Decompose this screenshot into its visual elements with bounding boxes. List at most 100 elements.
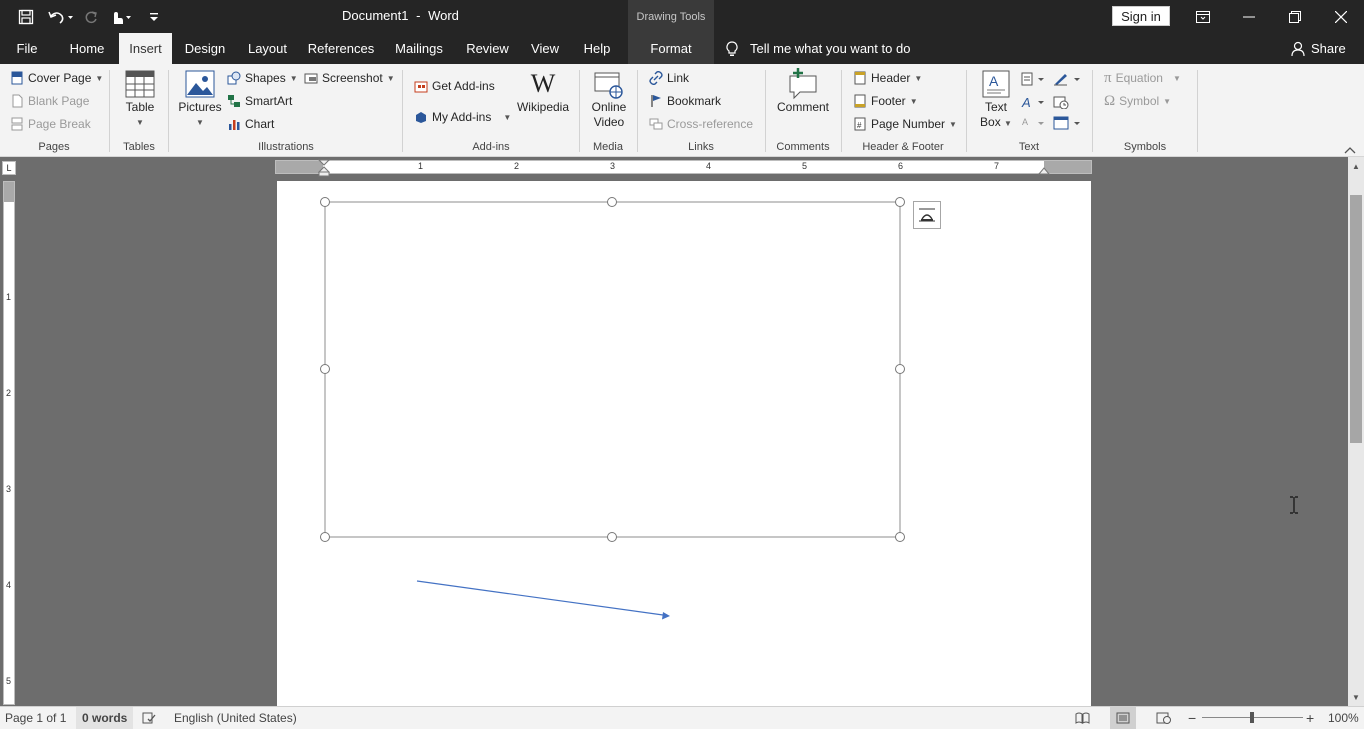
object-icon[interactable] [1053,116,1081,133]
page-number-button[interactable]: # Page Number ▼ [853,114,957,134]
resize-handle[interactable] [895,532,905,542]
page-break-button[interactable]: Page Break [10,114,91,134]
redo-icon[interactable] [83,7,99,27]
link-button[interactable]: Link [649,68,689,88]
resize-handle[interactable] [607,532,617,542]
chart-icon [229,120,240,130]
scroll-thumb[interactable] [1350,195,1362,443]
zoom-slider-thumb[interactable] [1250,712,1254,723]
header-button[interactable]: Header ▼ [853,68,922,88]
tab-file[interactable]: File [8,33,46,64]
tab-design[interactable]: Design [178,33,232,64]
header-label: Header [871,71,911,85]
cross-reference-button[interactable]: Cross-reference [649,114,753,134]
scroll-down-icon[interactable]: ▼ [1348,690,1364,704]
group-separator [1197,70,1198,152]
wordart-icon[interactable]: A [1021,95,1045,112]
text-box-button[interactable]: A Text Box ▼ [976,68,1016,131]
minimize-icon[interactable] [1226,0,1272,33]
group-label-media: Media [593,141,623,153]
collapse-ribbon-icon[interactable] [1344,143,1356,157]
chart-button[interactable]: Chart [227,114,274,134]
table-button[interactable]: Table ▼ [120,68,160,130]
vertical-ruler[interactable]: 1 2 3 4 5 [3,181,15,705]
customize-qat-icon[interactable] [148,7,160,27]
person-icon [1291,41,1305,56]
signature-line-icon[interactable] [1053,72,1081,89]
sign-in-button[interactable]: Sign in [1112,6,1170,26]
tab-layout[interactable]: Layout [240,33,295,64]
my-addins-button[interactable]: My Add-ins ▼ [414,107,511,127]
cover-page-button[interactable]: Cover Page ▼ [10,68,103,88]
print-layout-icon[interactable] [1110,707,1136,729]
footer-button[interactable]: Footer ▼ [853,91,918,111]
tab-review[interactable]: Review [460,33,515,64]
horizontal-ruler[interactable]: 1 2 3 4 5 6 7 [275,159,1092,177]
read-mode-icon[interactable] [1075,707,1090,729]
group-separator [1092,70,1093,152]
blank-page-button[interactable]: Blank Page [10,91,89,111]
scroll-up-icon[interactable]: ▲ [1348,159,1364,173]
share-button[interactable]: Share [1291,33,1346,64]
save-icon[interactable] [16,7,36,27]
tell-me-box[interactable]: Tell me what you want to do [726,33,910,64]
screenshot-icon [304,73,318,84]
online-video-button[interactable]: Online Video [586,68,632,130]
comment-button[interactable]: Comment [773,68,833,115]
quick-parts-icon[interactable] [1021,72,1045,89]
touch-mode-icon[interactable] [108,7,132,27]
zoom-out-icon[interactable]: − [1188,707,1196,729]
zoom-in-icon[interactable]: + [1306,707,1314,729]
resize-handle[interactable] [895,364,905,374]
page-number-label: Page Number [871,117,946,131]
smartart-button[interactable]: SmartArt [227,91,292,111]
cover-page-label: Cover Page [28,71,92,85]
document-page[interactable] [277,181,1091,706]
get-addins-label: Get Add-ins [432,79,495,93]
drawing-canvas[interactable] [320,197,905,542]
tab-selector-button[interactable]: L [2,161,16,175]
tab-format[interactable]: Format [628,33,714,64]
zoom-level[interactable]: 100% [1328,707,1359,729]
language-status[interactable]: English (United States) [174,707,297,729]
wikipedia-button[interactable]: W Wikipedia [514,68,572,115]
web-layout-icon[interactable] [1156,707,1171,729]
pictures-label: Pictures [178,100,222,114]
vertical-scrollbar[interactable]: ▲ ▼ [1348,157,1364,706]
svg-text:A: A [1021,95,1031,109]
word-count[interactable]: 0 words [76,707,134,729]
resize-handle[interactable] [320,364,330,374]
arrow-shape[interactable] [416,580,670,620]
bookmark-button[interactable]: Bookmark [649,91,721,111]
shapes-button[interactable]: Shapes ▼ [227,68,298,88]
text-box-label-2-wrap: Box ▼ [980,115,1012,129]
undo-icon[interactable] [46,7,74,27]
group-label-symbols: Symbols [1123,141,1167,153]
symbol-button[interactable]: Ω Symbol ▼ [1104,91,1171,111]
page-count[interactable]: Page 1 of 1 [5,707,66,729]
equation-button[interactable]: π Equation ▼ [1104,68,1181,88]
tab-references[interactable]: References [303,33,379,64]
right-indent-marker-icon[interactable] [1038,166,1050,175]
tab-view[interactable]: View [523,33,567,64]
resize-handle[interactable] [895,197,905,207]
resize-handle[interactable] [320,197,330,207]
tab-insert[interactable]: Insert [119,33,172,64]
tab-mailings[interactable]: Mailings [387,33,451,64]
ruler-number: 4 [706,161,712,171]
resize-handle[interactable] [607,197,617,207]
screenshot-button[interactable]: Screenshot ▼ [304,68,395,88]
tab-help[interactable]: Help [576,33,618,64]
close-icon[interactable] [1318,0,1364,33]
ribbon-display-options-icon[interactable] [1180,0,1226,33]
resize-handle[interactable] [320,532,330,542]
pictures-button[interactable]: Pictures ▼ [176,68,224,130]
get-addins-button[interactable]: Get Add-ins [414,76,495,96]
indent-marker-icon[interactable] [318,159,330,177]
tab-home[interactable]: Home [60,33,114,64]
proofing-icon[interactable] [142,707,156,729]
restore-icon[interactable] [1272,0,1318,33]
date-time-icon[interactable] [1053,95,1069,112]
drop-cap-icon[interactable]: A [1021,116,1045,133]
layout-options-icon[interactable] [913,201,941,229]
